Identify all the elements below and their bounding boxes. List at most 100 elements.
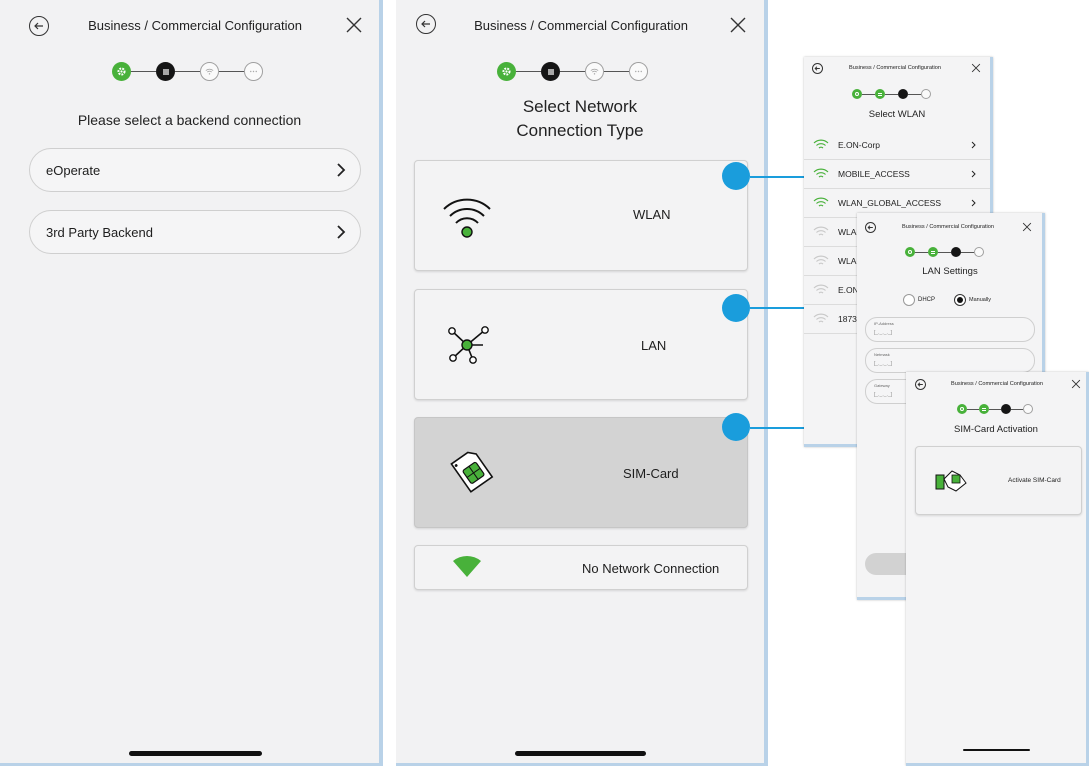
page-title-line-1: Select Network — [522, 97, 638, 116]
wlan-network-row[interactable]: MOBILE_ACCESS — [804, 160, 990, 189]
arrow-left-icon — [34, 22, 43, 30]
option-label: 3rd Party Backend — [46, 224, 153, 240]
radio-label: DHCP — [918, 297, 936, 303]
close-icon — [971, 63, 981, 73]
sim-card-icon — [450, 451, 494, 493]
backend-option-3rd-party[interactable]: 3rd Party Backend — [29, 210, 361, 254]
gear-icon — [117, 67, 126, 76]
close-icon — [1071, 379, 1081, 389]
backend-option-eoperate[interactable]: eOperate — [29, 148, 361, 192]
step-indicator — [957, 404, 1033, 414]
netmask-field[interactable]: Netmask [_._._._] — [865, 348, 1035, 373]
radio-dhcp[interactable]: DHCP — [903, 294, 935, 306]
close-button[interactable] — [970, 62, 982, 74]
back-button[interactable] — [812, 63, 823, 74]
header-title: Business / Commercial Configuration — [474, 18, 688, 33]
page-title: Please select a backend connection — [77, 112, 302, 128]
wlan-network-name: WLA — [838, 227, 857, 237]
list-icon — [162, 68, 169, 75]
chevron-right-icon — [337, 225, 346, 239]
header-title: Business / Commercial Configuration — [88, 18, 302, 33]
sim-activation-screen: Business / Commercial Configuration SIM-… — [906, 372, 1089, 766]
list-icon — [547, 68, 554, 75]
wifi-icon — [443, 198, 491, 238]
option-label: WLAN — [633, 207, 671, 222]
wlan-network-name: WLA — [838, 256, 857, 266]
callout-dot-wlan — [722, 162, 750, 190]
network-icon — [448, 326, 489, 364]
home-indicator[interactable] — [129, 751, 262, 756]
back-button[interactable] — [416, 14, 436, 34]
chevron-right-icon — [971, 141, 976, 149]
page-title: Select WLAN — [868, 109, 926, 120]
option-label: No Network Connection — [582, 561, 720, 576]
wlan-network-row[interactable]: E.ON-Corp — [804, 131, 990, 160]
ip-address-field[interactable]: IP-Address [_._._._] — [865, 317, 1035, 342]
option-label: eOperate — [46, 162, 101, 178]
header-title: Business / Commercial Configuration — [848, 65, 942, 71]
wifi-icon — [813, 168, 829, 178]
field-value: [_._._._] — [874, 361, 893, 367]
close-icon — [730, 17, 746, 33]
arrow-left-icon — [917, 382, 923, 387]
gear-icon — [502, 67, 511, 76]
wifi-icon — [590, 68, 599, 75]
chevron-right-icon — [971, 170, 976, 178]
arrow-left-icon — [421, 20, 430, 28]
backend-selection-screen: Business / Commercial Configuration Plea… — [0, 0, 383, 766]
step-3-wifi — [585, 62, 604, 81]
chevron-right-icon — [337, 163, 346, 177]
option-label: Activate SIM-Card — [1008, 477, 1061, 484]
page-title-line-2: Connection Type — [516, 121, 644, 140]
step-1-settings — [497, 62, 516, 81]
callout-line-wlan — [750, 176, 808, 178]
radio-circle — [954, 294, 966, 306]
field-value: [_._._._] — [874, 330, 893, 336]
page-title: LAN Settings — [922, 266, 978, 277]
close-button[interactable] — [727, 14, 749, 36]
field-label: IP-Address — [874, 321, 894, 326]
option-label: SIM-Card — [623, 466, 679, 481]
wifi-icon — [813, 284, 829, 294]
chevron-right-icon — [971, 199, 976, 207]
step-4-more — [244, 62, 263, 81]
home-indicator[interactable] — [515, 751, 646, 756]
back-button[interactable] — [29, 16, 49, 36]
page-title: Select Network Connection Type — [396, 95, 764, 143]
close-button[interactable] — [343, 14, 365, 36]
wlan-network-name: E.ON-Corp — [838, 140, 881, 150]
step-indicator — [852, 89, 931, 99]
radio-circle — [903, 294, 915, 306]
wifi-icon — [813, 197, 829, 207]
step-indicator — [497, 62, 648, 81]
network-option-no-network[interactable]: No Network Connection — [414, 545, 748, 590]
network-option-sim-card[interactable]: SIM-Card — [414, 417, 748, 528]
radio-manually[interactable]: Manually — [954, 294, 991, 306]
option-label: LAN — [641, 338, 667, 353]
home-indicator[interactable] — [963, 749, 1030, 751]
ellipsis-icon — [250, 70, 257, 73]
callout-dot-lan — [722, 294, 750, 322]
step-1-settings — [112, 62, 131, 81]
arrow-left-icon — [814, 66, 820, 71]
header-title: Business / Commercial Configuration — [950, 381, 1044, 387]
wifi-icon — [813, 226, 829, 236]
network-option-wlan[interactable]: WLAN — [414, 160, 748, 271]
back-button[interactable] — [915, 379, 926, 390]
step-4-more — [629, 62, 648, 81]
activate-sim-card-option[interactable]: Activate SIM-Card — [915, 446, 1082, 515]
wifi-icon — [813, 255, 829, 265]
wifi-icon — [813, 313, 829, 323]
close-button[interactable] — [1070, 378, 1082, 390]
arrow-left-icon — [867, 225, 873, 230]
wlan-network-name: MOBILE_ACCESS — [838, 169, 910, 179]
network-type-screen: Business / Commercial Configuration Sele… — [396, 0, 768, 766]
back-button[interactable] — [865, 222, 876, 233]
close-button[interactable] — [1021, 221, 1033, 233]
step-3-wifi — [200, 62, 219, 81]
no-network-icon — [453, 555, 481, 577]
network-option-lan[interactable]: LAN — [414, 289, 748, 400]
wlan-network-name: E.ON — [838, 285, 859, 295]
sim-card-handshake-icon — [935, 470, 967, 492]
step-indicator — [112, 62, 263, 81]
